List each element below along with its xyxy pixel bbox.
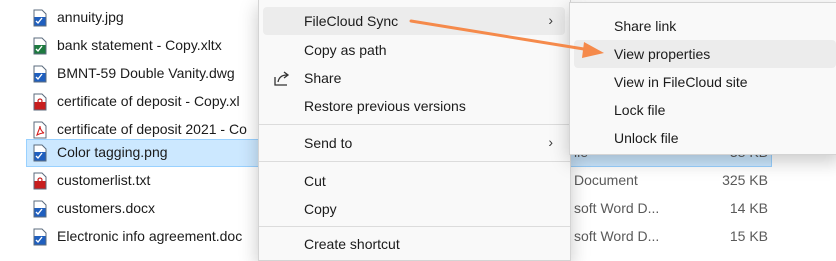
- menu-item-label: Send to: [304, 135, 353, 151]
- share-icon: [273, 69, 291, 87]
- pdf-file-icon: [33, 121, 47, 139]
- image-file-icon: [33, 144, 47, 162]
- menu-item-cut[interactable]: Cut: [263, 167, 565, 195]
- submenu-item-view-properties[interactable]: View properties: [574, 40, 836, 68]
- menu-item-copy[interactable]: Copy: [263, 195, 565, 223]
- file-name: Color tagging.png: [57, 144, 168, 160]
- submenu-item-lock-file[interactable]: Lock file: [574, 96, 836, 124]
- menu-item-share[interactable]: Share: [263, 64, 565, 92]
- menu-item-restore-previous-versions[interactable]: Restore previous versions: [263, 92, 565, 120]
- file-name: customers.docx: [57, 200, 156, 216]
- filecloud-sync-submenu: Share link View properties View in FileC…: [569, 2, 836, 155]
- locked-excel-file-icon: [33, 93, 47, 111]
- file-size: 325 KB: [722, 172, 768, 188]
- menu-item-label: Copy as path: [304, 42, 387, 58]
- context-menu: FileCloud Sync › Copy as path Share Rest…: [258, 0, 571, 261]
- menu-item-send-to[interactable]: Send to ›: [263, 129, 565, 157]
- chevron-right-icon: ›: [548, 134, 553, 150]
- word-file-icon: [33, 228, 47, 246]
- image-file-icon: [33, 9, 47, 27]
- menu-item-create-shortcut[interactable]: Create shortcut: [263, 230, 565, 258]
- menu-item-label: Restore previous versions: [304, 98, 466, 114]
- file-type: soft Word D...: [574, 200, 660, 216]
- file-size: 15 KB: [729, 228, 768, 244]
- menu-item-copy-as-path[interactable]: Copy as path: [263, 36, 565, 64]
- menu-item-label: FileCloud Sync: [304, 13, 399, 29]
- file-name: annuity.jpg: [57, 9, 124, 25]
- submenu-item-label: View in FileCloud site: [614, 74, 748, 90]
- file-name: certificate of deposit - Copy.xl: [57, 93, 240, 109]
- submenu-item-unlock-file[interactable]: Unlock file: [574, 124, 836, 152]
- file-name: Electronic info agreement.doc: [57, 228, 243, 244]
- submenu-item-share-link[interactable]: Share link: [574, 12, 836, 40]
- menu-item-label: Share: [304, 70, 342, 86]
- file-name: certificate of deposit 2021 - Co: [57, 121, 247, 137]
- menu-item-label: Create shortcut: [304, 236, 400, 252]
- menu-separator: [259, 124, 570, 125]
- file-name: BMNT-59 Double Vanity.dwg: [57, 65, 235, 81]
- locked-text-file-icon: [33, 172, 47, 190]
- file-name: bank statement - Copy.xltx: [57, 37, 222, 53]
- submenu-item-label: View properties: [614, 46, 711, 62]
- menu-item-label: Copy: [304, 201, 337, 217]
- excel-template-icon: [33, 37, 47, 55]
- submenu-item-label: Share link: [614, 18, 677, 34]
- file-type: Document: [574, 172, 638, 188]
- chevron-right-icon: ›: [548, 12, 553, 28]
- menu-item-filecloud-sync[interactable]: FileCloud Sync ›: [263, 7, 565, 35]
- menu-separator: [259, 161, 570, 162]
- file-name: customerlist.txt: [57, 172, 151, 188]
- file-size: 14 KB: [729, 200, 768, 216]
- file-type: soft Word D...: [574, 228, 660, 244]
- menu-separator: [259, 226, 570, 227]
- submenu-item-view-in-filecloud-site[interactable]: View in FileCloud site: [574, 68, 836, 96]
- menu-item-label: Cut: [304, 173, 326, 189]
- submenu-item-label: Unlock file: [614, 130, 679, 146]
- dwg-file-icon: [33, 65, 47, 83]
- word-file-icon: [33, 200, 47, 218]
- submenu-item-label: Lock file: [614, 102, 666, 118]
